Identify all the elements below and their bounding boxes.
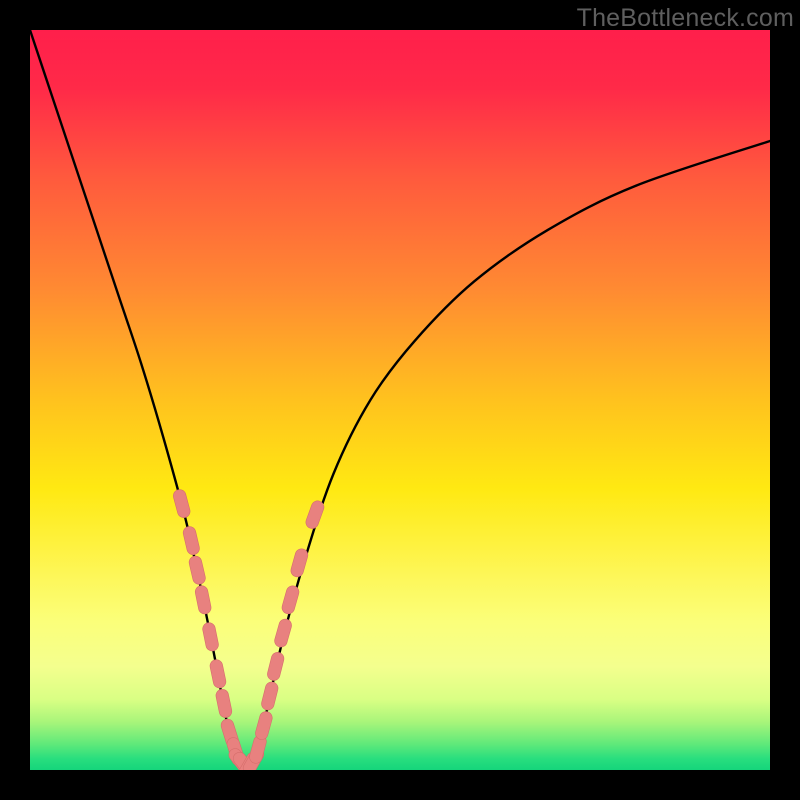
marker-dash — [262, 718, 266, 733]
marker-dash — [202, 592, 205, 608]
plot-area — [30, 30, 770, 770]
bottleneck-curve — [30, 30, 770, 768]
outer-frame: TheBottleneck.com — [0, 0, 800, 800]
marker-dash — [312, 507, 317, 522]
marker-group — [180, 496, 318, 770]
marker-dash — [222, 696, 225, 712]
marker-dash — [274, 659, 278, 675]
marker-dash — [297, 555, 301, 570]
marker-dash — [216, 666, 219, 682]
marker-dash — [209, 629, 212, 645]
marker-dash — [288, 592, 292, 607]
marker-dash — [180, 496, 184, 511]
marker-dash — [268, 688, 272, 704]
chart-svg — [30, 30, 770, 770]
marker-dash — [281, 625, 285, 640]
marker-dash — [195, 562, 199, 578]
marker-dash — [256, 742, 260, 757]
marker-dash — [190, 533, 194, 549]
watermark-text: TheBottleneck.com — [577, 4, 794, 33]
